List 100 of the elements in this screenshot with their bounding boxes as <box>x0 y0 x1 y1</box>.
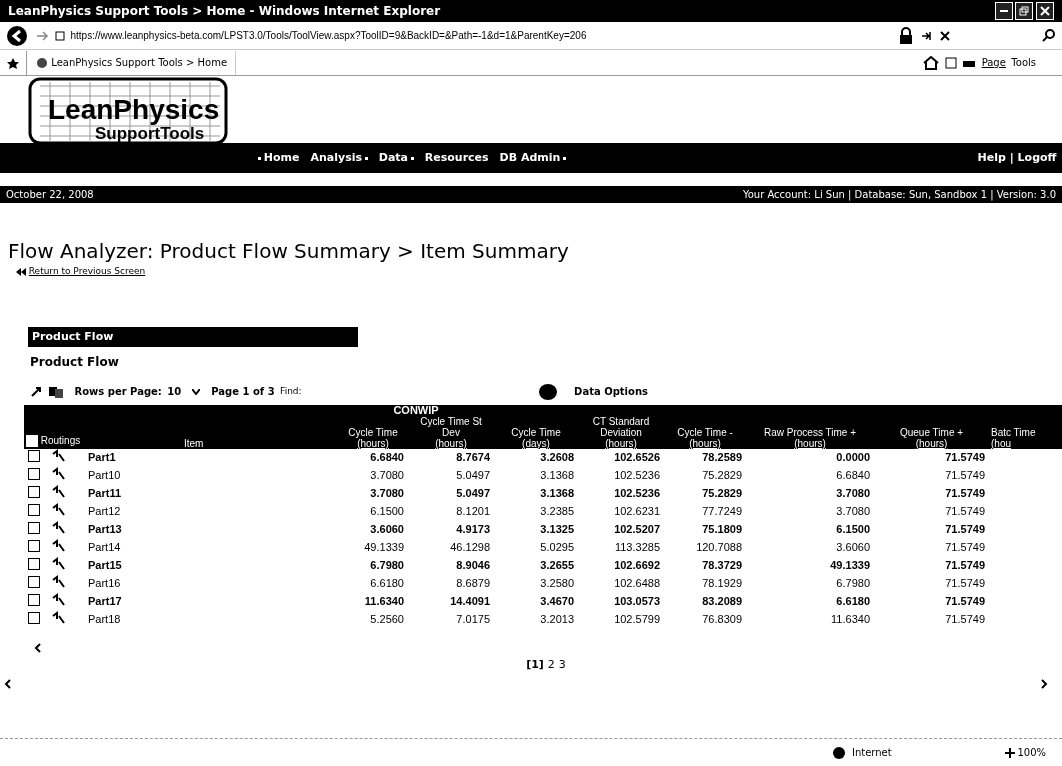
data-options-icon[interactable] <box>537 382 558 401</box>
page-link[interactable]: 3 <box>558 656 566 673</box>
rows-per-page-select[interactable]: 10 <box>167 384 201 399</box>
page-link[interactable]: [1] <box>526 656 544 673</box>
tools-menu[interactable]: Tools <box>1011 55 1036 70</box>
routing-icon[interactable] <box>51 538 67 553</box>
table-cell-text: 8.6879 <box>455 576 491 592</box>
routing-icon[interactable] <box>51 502 67 517</box>
scroll-left-icon[interactable] <box>34 642 42 653</box>
row-checkbox[interactable] <box>28 575 40 588</box>
data-options-link[interactable]: Data Options <box>574 384 648 399</box>
column-header[interactable]: Cycle Time (days) <box>494 415 578 449</box>
table-cell-text: 120.7088 <box>695 540 743 556</box>
zoom-level[interactable]: 100% <box>1017 745 1046 760</box>
return-link[interactable]: Return to Previous Screen <box>28 265 146 279</box>
nav-link[interactable]: DB Admin <box>499 149 561 167</box>
date-text: October 22, 2008 <box>6 188 94 202</box>
column-header[interactable]: Raw Process Time + (hours) <box>746 415 874 449</box>
stop-icon[interactable] <box>939 29 951 42</box>
back-arrows-icon <box>16 267 26 276</box>
address-field[interactable]: https://www.leanphysics-beta.com/LPST3.0/Tools/ToolView.aspx?ToolID=9&BackID=&Path=-1&d=1&ParentKey=206 <box>70 28 893 43</box>
close-button[interactable] <box>1036 2 1054 20</box>
row-checkbox[interactable] <box>28 467 40 480</box>
row-checkbox[interactable] <box>28 557 40 570</box>
table-cell-text: 6.6180 <box>369 576 405 592</box>
table-cell-text: 71.5749 <box>944 522 986 538</box>
table-cell-text: Part12 <box>88 504 122 520</box>
routing-icon[interactable] <box>51 466 67 481</box>
table-cell-text: 3.4670 <box>539 594 575 610</box>
routing-icon[interactable] <box>51 592 67 607</box>
row-checkbox[interactable] <box>28 539 40 552</box>
routing-icon[interactable] <box>51 610 67 625</box>
table-cell-text: Part11 <box>88 486 123 502</box>
browser-tab[interactable]: LeanPhysics Support Tools > Home <box>25 50 237 75</box>
row-checkbox[interactable] <box>28 593 40 606</box>
restore-button[interactable] <box>1015 2 1034 20</box>
column-header[interactable]: Cycle Time St Dev (hours) <box>408 415 494 449</box>
minimize-button[interactable] <box>994 2 1013 20</box>
column-header[interactable]: Queue Time + (hours) <box>874 415 989 449</box>
routing-icon[interactable] <box>51 520 67 535</box>
zoom-icon[interactable] <box>1004 747 1015 758</box>
find-label: Find: <box>280 384 302 398</box>
table-cell-text: Part10 <box>88 468 122 484</box>
table-cell-text: 83.2089 <box>701 594 743 610</box>
table-cell: 102.6526 <box>578 448 664 467</box>
table-cell: 6.6840 <box>338 448 408 467</box>
table-cell-text: 71.5749 <box>944 576 986 592</box>
nav-link[interactable]: Resources <box>424 149 489 167</box>
table-cell-text: 3.7080 <box>369 486 405 502</box>
help-logoff-links[interactable]: Help | Logoff <box>977 149 1057 167</box>
table-cell-text: 102.5236 <box>613 486 661 502</box>
row-checkbox[interactable] <box>28 503 40 516</box>
routing-icon[interactable] <box>51 484 67 499</box>
nav-link[interactable]: Data <box>378 149 408 167</box>
table-cell-text: 11.6340 <box>830 612 871 628</box>
back-icon[interactable] <box>6 24 28 47</box>
column-header[interactable]: Cycle Time - (hours) <box>664 415 746 449</box>
table-cell-text: 3.6060 <box>369 522 405 538</box>
section-subtitle: Product Flow <box>30 353 120 371</box>
table-cell: 8.7674 <box>408 448 494 467</box>
routing-icon[interactable] <box>51 448 67 463</box>
table-cell-text: 75.2829 <box>701 468 743 484</box>
table-cell-text: Part16 <box>88 576 122 592</box>
column-header[interactable]: Item <box>88 415 338 449</box>
table-cell-text: 78.1929 <box>701 576 743 592</box>
column-header[interactable]: CT Standard Deviation (hours) <box>578 415 664 449</box>
minimize-icon <box>999 10 1008 12</box>
table-cell-text: 71.5749 <box>944 468 986 484</box>
export-icon[interactable] <box>30 385 42 398</box>
favorites-icon[interactable] <box>6 56 20 69</box>
nav-link[interactable]: Home <box>263 149 300 167</box>
nav-link[interactable]: Analysis <box>310 149 362 167</box>
column-header[interactable]: Cycle Time (hours) <box>338 415 408 449</box>
table-cell-text: 6.7980 <box>369 558 405 574</box>
table-cell-text: 3.1368 <box>539 468 575 484</box>
table-cell-text: 102.5236 <box>613 468 661 484</box>
table-cell-text: Part17 <box>88 594 123 610</box>
page-menu[interactable]: Page <box>981 55 1006 70</box>
row-checkbox[interactable] <box>28 611 40 624</box>
page-link[interactable]: 2 <box>547 656 555 673</box>
copy-icon[interactable] <box>47 385 64 398</box>
table-cell-text: 3.2385 <box>539 504 575 520</box>
column-header[interactable]: Batc Time (hou <box>989 415 1062 449</box>
table-cell-text: 102.6692 <box>613 558 661 574</box>
scroll-left-icon[interactable] <box>4 679 12 689</box>
table-cell-text: 7.0175 <box>455 612 491 628</box>
routing-icon[interactable] <box>51 574 67 589</box>
select-all-checkbox[interactable] <box>26 434 38 447</box>
row-checkbox[interactable] <box>28 449 40 462</box>
table-cell-text: 3.6060 <box>835 540 871 556</box>
routing-icon[interactable] <box>51 556 67 571</box>
search-icon[interactable] <box>1042 28 1056 43</box>
home-icon[interactable] <box>923 55 940 70</box>
row-checkbox[interactable] <box>28 485 40 498</box>
table-cell-text: 5.0295 <box>539 540 575 556</box>
table-cell-text: 3.2013 <box>539 612 575 628</box>
table-cell-text: 5.2560 <box>369 612 405 628</box>
scroll-right-icon[interactable] <box>1040 679 1048 689</box>
account-info: Your Account: Li Sun | Database: Sun, Sandbox 1 | Version: 3.0 <box>742 188 1056 202</box>
row-checkbox[interactable] <box>28 521 40 534</box>
